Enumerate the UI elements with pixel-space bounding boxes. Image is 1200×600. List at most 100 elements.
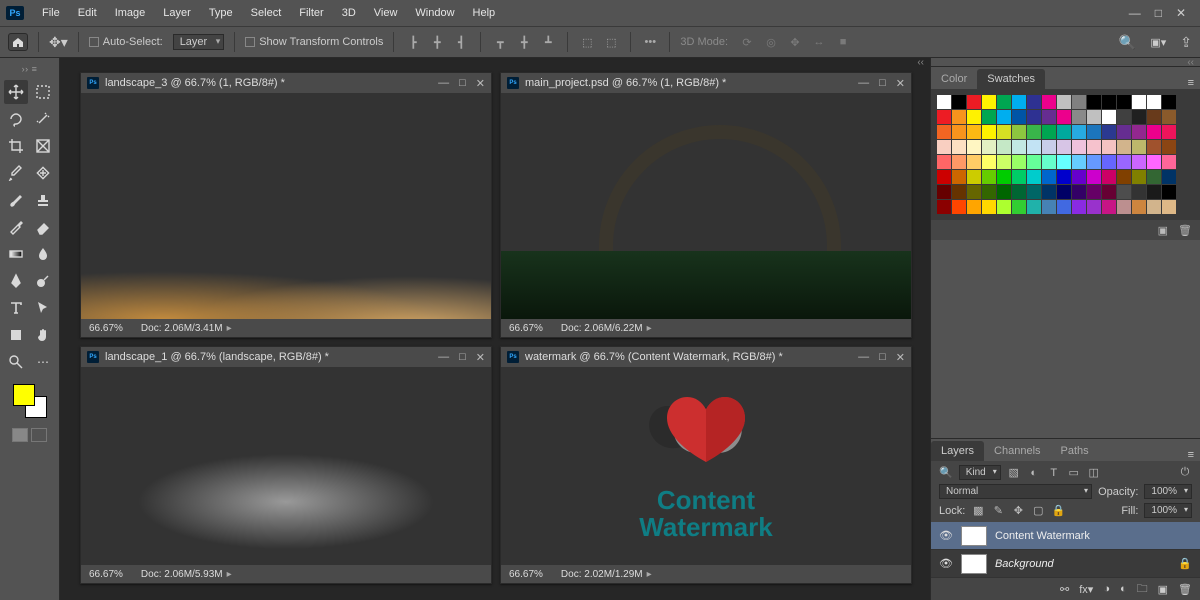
swatch[interactable] (1132, 95, 1146, 109)
swatch[interactable] (997, 185, 1011, 199)
opacity-input[interactable]: 100% (1144, 484, 1192, 499)
swatch[interactable] (1102, 110, 1116, 124)
swatch[interactable] (952, 200, 966, 214)
edit-toolbar-icon[interactable]: ⋯ (31, 350, 55, 374)
pen-tool[interactable] (4, 269, 28, 293)
swatch[interactable] (1162, 140, 1176, 154)
menu-file[interactable]: File (34, 0, 68, 26)
swatch[interactable] (937, 140, 951, 154)
layer-row[interactable]: 👁Background🔒 (931, 550, 1200, 578)
swatch[interactable] (997, 125, 1011, 139)
window-maximize-icon[interactable]: □ (1155, 6, 1162, 20)
swatch[interactable] (937, 185, 951, 199)
swatch[interactable] (1072, 185, 1086, 199)
eraser-tool[interactable] (31, 215, 55, 239)
swatch[interactable] (1132, 110, 1146, 124)
lock-pos-icon[interactable]: ✥ (1011, 504, 1025, 517)
path-select-tool[interactable] (31, 296, 55, 320)
document-window-1[interactable]: Ps landscape_3 @ 66.7% (1, RGB/8#) * —□✕… (80, 72, 492, 338)
swatch[interactable] (1057, 95, 1071, 109)
doc-close-icon[interactable]: ✕ (476, 351, 485, 364)
swatch[interactable] (967, 170, 981, 184)
doc-info[interactable]: Doc: 2.06M/6.22M▸ (561, 323, 652, 334)
swatch[interactable] (982, 185, 996, 199)
swatch[interactable] (937, 155, 951, 169)
fg-bg-color[interactable] (13, 384, 47, 418)
align-left-icon[interactable]: ┣ (404, 34, 422, 50)
swatch[interactable] (1132, 170, 1146, 184)
swatch[interactable] (937, 170, 951, 184)
swatch[interactable] (1042, 200, 1056, 214)
swatch[interactable] (937, 200, 951, 214)
stamp-tool[interactable] (31, 188, 55, 212)
share-icon[interactable]: ⇪ (1180, 34, 1192, 51)
swatch[interactable] (1087, 155, 1101, 169)
move-tool[interactable] (4, 80, 28, 104)
swatch[interactable] (1102, 140, 1116, 154)
swatch[interactable] (1147, 95, 1161, 109)
swatch[interactable] (967, 140, 981, 154)
swatch[interactable] (1117, 125, 1131, 139)
lock-artboard-icon[interactable]: ▢ (1031, 504, 1045, 517)
filter-toggle-icon[interactable]: ⏻ (1178, 466, 1192, 479)
home-button[interactable] (8, 33, 28, 51)
eyedropper-tool[interactable] (4, 161, 28, 185)
swatch[interactable] (1147, 200, 1161, 214)
swatch[interactable] (1102, 170, 1116, 184)
panel-menu-icon[interactable]: ≡ (1182, 449, 1200, 461)
group-icon[interactable]: 🗀 (1137, 580, 1148, 599)
swatch[interactable] (1087, 95, 1101, 109)
fill-input[interactable]: 100% (1144, 503, 1192, 518)
distribute-v-icon[interactable]: ⬚ (602, 34, 620, 50)
swatch[interactable] (1147, 185, 1161, 199)
swatch[interactable] (1117, 140, 1131, 154)
swatch[interactable] (967, 95, 981, 109)
swatch[interactable] (1027, 95, 1041, 109)
filter-pixel-icon[interactable]: ▧ (1007, 466, 1021, 479)
swatch[interactable] (952, 95, 966, 109)
hand-tool[interactable] (31, 323, 55, 347)
swatch[interactable] (1117, 110, 1131, 124)
swatch[interactable] (1027, 110, 1041, 124)
swatch[interactable] (1012, 125, 1026, 139)
swatch[interactable] (952, 185, 966, 199)
link-layers-icon[interactable]: ⚯ (1060, 583, 1069, 596)
swatch[interactable] (1072, 125, 1086, 139)
swatch[interactable] (1147, 155, 1161, 169)
frame-tool[interactable] (31, 134, 55, 158)
swatch[interactable] (1132, 140, 1146, 154)
align-top-icon[interactable]: ┳ (491, 34, 509, 50)
swatch[interactable] (1102, 200, 1116, 214)
swatch[interactable] (997, 110, 1011, 124)
swatch[interactable] (1162, 155, 1176, 169)
marquee-tool[interactable] (31, 80, 55, 104)
window-close-icon[interactable]: ✕ (1176, 6, 1186, 20)
healing-tool[interactable] (31, 161, 55, 185)
gradient-tool[interactable] (4, 242, 28, 266)
doc-maximize-icon[interactable]: □ (459, 351, 466, 364)
align-bottom-icon[interactable]: ┻ (539, 34, 557, 50)
doc-maximize-icon[interactable]: □ (879, 77, 886, 90)
swatch[interactable] (967, 155, 981, 169)
swatch[interactable] (1027, 155, 1041, 169)
doc-info[interactable]: Doc: 2.02M/1.29M▸ (561, 569, 652, 580)
lasso-tool[interactable] (4, 107, 28, 131)
swatch[interactable] (1057, 170, 1071, 184)
doc-minimize-icon[interactable]: — (438, 351, 449, 364)
delete-swatch-icon[interactable]: 🗑 (1178, 224, 1192, 237)
swatch[interactable] (1012, 200, 1026, 214)
swatch[interactable] (1117, 185, 1131, 199)
window-minimize-icon[interactable]: — (1129, 6, 1141, 20)
swatch[interactable] (1117, 95, 1131, 109)
swatch[interactable] (1147, 125, 1161, 139)
move-tool-icon[interactable]: ✥▾ (49, 34, 68, 51)
blend-mode-dropdown[interactable]: Normal (939, 484, 1092, 499)
screen-mode-icon[interactable]: ▣▾ (1150, 36, 1166, 49)
swatch[interactable] (1072, 110, 1086, 124)
swatch[interactable] (1072, 200, 1086, 214)
swatch[interactable] (1057, 185, 1071, 199)
tab-color[interactable]: Color (931, 69, 977, 89)
doc-zoom[interactable]: 66.67% (509, 323, 543, 334)
swatch[interactable] (1102, 185, 1116, 199)
lock-all-icon[interactable]: 🔒 (1051, 504, 1065, 517)
